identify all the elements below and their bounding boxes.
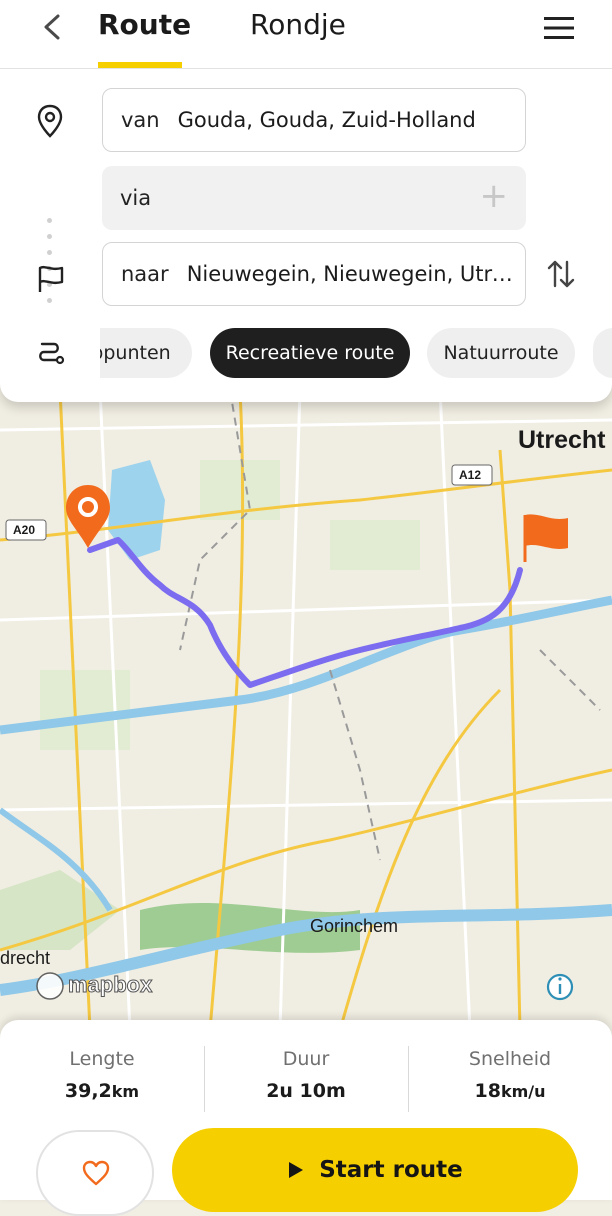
route-type-chips: ppunten Recreatieve route Natuurroute <box>100 328 612 380</box>
to-field[interactable]: naar Nieuwegein, Nieuwegein, Utrec... <box>102 242 526 306</box>
top-bar: Route Rondje <box>0 0 612 69</box>
flag-icon <box>38 265 64 292</box>
back-chevron-icon[interactable] <box>36 10 70 44</box>
mapbox-logo-icon <box>36 972 64 1000</box>
from-field[interactable]: van Gouda, Gouda, Zuid-Holland <box>102 88 526 152</box>
info-icon <box>546 973 574 1001</box>
map-label-gorinchem: Gorinchem <box>310 916 399 936</box>
mapbox-attribution[interactable]: mapbox <box>67 972 152 998</box>
map-label-dordrecht: drecht <box>0 948 51 968</box>
active-tab-indicator <box>98 62 182 68</box>
chip-knooppunten[interactable]: ppunten <box>100 328 192 378</box>
stat-duration-value: 2u 10m <box>266 1080 346 1102</box>
route-summary-sheet: Lengte 39,2km Duur 2u 10m Snelheid 18km/… <box>0 1020 612 1216</box>
menu-icon[interactable] <box>542 14 576 42</box>
road-shield-a20: A20 <box>13 523 36 537</box>
route-panel: van Gouda, Gouda, Zuid-Holland via + naa… <box>0 68 612 402</box>
stat-speed-label: Snelheid <box>468 1048 552 1070</box>
to-value: Nieuwegein, Nieuwegein, Utrec... <box>186 262 525 286</box>
stat-speed: Snelheid 18km/u <box>408 1048 612 1102</box>
map-canvas[interactable] <box>0 389 612 1031</box>
tab-rondje[interactable]: Rondje <box>250 8 346 41</box>
swap-icon[interactable] <box>546 258 576 290</box>
chip-recreatieve-route[interactable]: Recreatieve route <box>210 328 410 378</box>
via-label: via <box>120 186 152 210</box>
to-label: naar <box>121 262 169 286</box>
via-field[interactable]: via + <box>102 166 526 230</box>
map-view[interactable]: Utrecht Gorinchem drecht A12 A20 mapbox <box>0 389 612 1031</box>
route-type-icon <box>39 342 65 365</box>
chip-more[interactable] <box>593 328 612 378</box>
start-route-button[interactable]: Start route <box>172 1128 578 1212</box>
map-label-utrecht: Utrecht <box>518 426 606 454</box>
stat-duration-label: Duur <box>282 1048 330 1070</box>
location-pin-icon <box>37 104 63 138</box>
from-value: Gouda, Gouda, Zuid-Holland <box>177 108 476 132</box>
stat-length: Lengte 39,2km <box>0 1048 204 1102</box>
road-shield-a12: A12 <box>459 468 482 482</box>
chip-natuurroute[interactable]: Natuurroute <box>427 328 575 378</box>
heart-icon <box>82 1160 110 1186</box>
favorite-button[interactable] <box>36 1130 154 1216</box>
stat-length-label: Lengte <box>69 1048 135 1070</box>
stat-duration: Duur 2u 10m <box>204 1048 408 1102</box>
add-via-icon[interactable]: + <box>480 178 509 214</box>
from-label: van <box>121 108 160 132</box>
stat-length-value: 39,2km <box>64 1080 140 1102</box>
play-icon <box>289 1162 304 1178</box>
start-route-label: Start route <box>319 1157 463 1183</box>
tab-route[interactable]: Route <box>98 8 191 41</box>
stat-speed-value: 18km/u <box>474 1080 546 1102</box>
